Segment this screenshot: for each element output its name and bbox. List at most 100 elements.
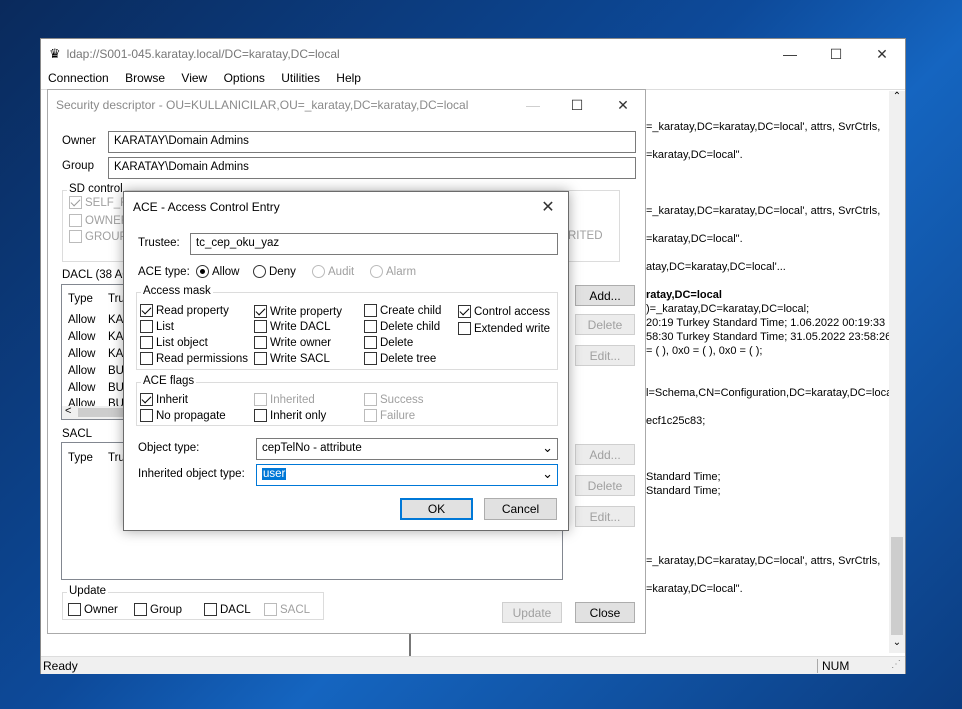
group-field[interactable]: KARATAY\Domain Admins [108, 157, 636, 179]
chevron-down-icon[interactable]: ⌄ [542, 440, 553, 456]
no-propagate-checkbox[interactable]: No propagate [140, 409, 226, 422]
list-object-checkbox[interactable]: List object [140, 336, 208, 349]
scroll-left-icon[interactable]: < [65, 405, 71, 417]
sacl-add-button[interactable]: Add... [575, 444, 635, 465]
delete-tree-checkbox[interactable]: Delete tree [364, 352, 436, 365]
maximize-icon[interactable]: ☐ [813, 39, 859, 69]
read-property-checkbox[interactable]: Read property [140, 304, 229, 317]
create-child-checkbox[interactable]: Create child [364, 304, 441, 317]
group-label: Group [62, 160, 94, 172]
output-pane: =_karatay,DC=karatay,DC=local', attrs, S… [640, 91, 889, 653]
menu-options[interactable]: Options [224, 71, 265, 85]
close-button[interactable]: Close [575, 602, 635, 623]
trustee-field[interactable]: tc_cep_oku_yaz [190, 233, 558, 255]
sd-dialog-title: Security descriptor - OU=KULLANICILAR,OU… [56, 98, 469, 112]
ace-type-alarm-radio[interactable]: Alarm [370, 265, 416, 278]
update-dacl-checkbox[interactable]: DACL [204, 603, 251, 616]
success-checkbox[interactable]: Success [364, 393, 423, 406]
object-type-select[interactable]: cepTelNo - attribute ⌄ [256, 438, 558, 460]
sd-minimize-icon[interactable]: — [510, 90, 556, 120]
menu-browse[interactable]: Browse [125, 71, 165, 85]
update-group-checkbox[interactable]: Group [134, 603, 182, 616]
main-menubar: Connection Browse View Options Utilities… [48, 71, 374, 85]
owner-field[interactable]: KARATAY\Domain Admins [108, 131, 636, 153]
ace-titlebar[interactable]: ACE - Access Control Entry ✕ [124, 192, 568, 222]
log-line: 58:30 Turkey Standard Time; 31.05.2022 2… [646, 331, 889, 343]
output-scrollbar[interactable]: ⌃ ⌄ [889, 91, 905, 653]
menu-utilities[interactable]: Utilities [281, 71, 320, 85]
sacl-delete-button[interactable]: Delete [575, 475, 635, 496]
log-line: Standard Time; [646, 485, 721, 497]
inherit-only-checkbox[interactable]: Inherit only [254, 409, 326, 422]
write-sacl-checkbox[interactable]: Write SACL [254, 352, 330, 365]
close-icon[interactable]: ✕ [859, 39, 905, 69]
list-checkbox[interactable]: List [140, 320, 174, 333]
dacl-row-type: Allow [68, 398, 96, 406]
main-window-title: ldap://S001-045.karatay.local/DC=karatay… [66, 47, 340, 61]
object-type-label: Object type: [138, 442, 200, 454]
ok-button[interactable]: OK [400, 498, 473, 520]
ace-type-audit-radio[interactable]: Audit [312, 265, 354, 278]
scroll-thumb[interactable] [891, 537, 903, 635]
dacl-col-type[interactable]: Type [68, 293, 93, 305]
pane-splitter[interactable] [409, 634, 411, 656]
sd-close-icon[interactable]: ✕ [600, 90, 646, 120]
menu-view[interactable]: View [181, 71, 207, 85]
resize-grip-icon[interactable]: ⋰ [891, 659, 901, 670]
inherited-object-type-select[interactable]: user ⌄ [256, 464, 558, 486]
dacl-row-type: Allow [68, 314, 96, 326]
dacl-row-type: Allow [68, 382, 96, 394]
log-line: ecf1c25c83; [646, 415, 706, 427]
sd-maximize-icon[interactable]: ☐ [554, 90, 600, 120]
read-permissions-checkbox[interactable]: Read permissions [140, 352, 248, 365]
sd-titlebar[interactable]: Security descriptor - OU=KULLANICILAR,OU… [48, 90, 645, 120]
ace-close-icon[interactable]: ✕ [528, 192, 568, 222]
delete-child-checkbox[interactable]: Delete child [364, 320, 440, 333]
dacl-row-type: Allow [68, 365, 96, 377]
dacl-hscroll-thumb[interactable] [78, 408, 128, 417]
control-access-checkbox[interactable]: Control access [458, 305, 550, 318]
delete-checkbox[interactable]: Delete [364, 336, 413, 349]
chevron-down-icon[interactable]: ⌄ [542, 466, 553, 482]
dacl-row-type: Allow [68, 348, 96, 360]
cancel-button[interactable]: Cancel [484, 498, 557, 520]
dacl-delete-button[interactable]: Delete [575, 314, 635, 335]
inherited-checkbox[interactable]: Inherited [254, 393, 315, 406]
extended-write-checkbox[interactable]: Extended write [458, 322, 550, 335]
scroll-down-icon[interactable]: ⌄ [889, 637, 905, 653]
ace-type-deny-radio[interactable]: Deny [253, 265, 296, 278]
ace-type-allow-radio[interactable]: Allow [196, 265, 239, 278]
inherited-object-type-value: user [262, 468, 287, 480]
menu-connection[interactable]: Connection [48, 71, 109, 85]
menu-help[interactable]: Help [336, 71, 361, 85]
inherited-object-type-label: Inherited object type: [138, 468, 245, 480]
write-property-checkbox[interactable]: Write property [254, 305, 342, 318]
access-mask-label: Access mask [141, 285, 213, 297]
failure-checkbox[interactable]: Failure [364, 409, 415, 422]
dacl-edit-button[interactable]: Edit... [575, 345, 635, 366]
sacl-label: SACL [62, 428, 93, 440]
ace-flags-label: ACE flags [141, 375, 197, 387]
update-sacl-checkbox[interactable]: SACL [264, 603, 310, 616]
main-titlebar[interactable]: ♛ ldap://S001-045.karatay.local/DC=karat… [41, 39, 905, 69]
log-line: l=Schema,CN=Configuration,DC=karatay,DC=… [646, 387, 889, 399]
inherit-checkbox[interactable]: Inherit [140, 393, 188, 406]
minimize-icon[interactable]: — [767, 39, 813, 69]
log-line: =karatay,DC=local". [646, 233, 743, 245]
dacl-add-button[interactable]: Add... [575, 285, 635, 306]
log-line: = ( ), 0x0 = ( ), 0x0 = ( ); [646, 345, 763, 357]
status-text: Ready [43, 659, 78, 673]
log-line: =_karatay,DC=karatay,DC=local', attrs, S… [646, 205, 881, 217]
log-line: =karatay,DC=local". [646, 583, 743, 595]
write-owner-checkbox[interactable]: Write owner [254, 336, 331, 349]
sacl-edit-button[interactable]: Edit... [575, 506, 635, 527]
update-button[interactable]: Update [502, 602, 562, 623]
write-dacl-checkbox[interactable]: Write DACL [254, 320, 331, 333]
ace-dialog: ACE - Access Control Entry ✕ Trustee: tc… [123, 191, 569, 531]
update-owner-checkbox[interactable]: Owner [68, 603, 118, 616]
sacl-col-type[interactable]: Type [68, 452, 93, 464]
dacl-row-type: Allow [68, 331, 96, 343]
log-line: atay,DC=karatay,DC=local'... [646, 261, 786, 273]
scroll-up-icon[interactable]: ⌃ [889, 91, 905, 107]
trustee-label: Trustee: [138, 237, 180, 249]
